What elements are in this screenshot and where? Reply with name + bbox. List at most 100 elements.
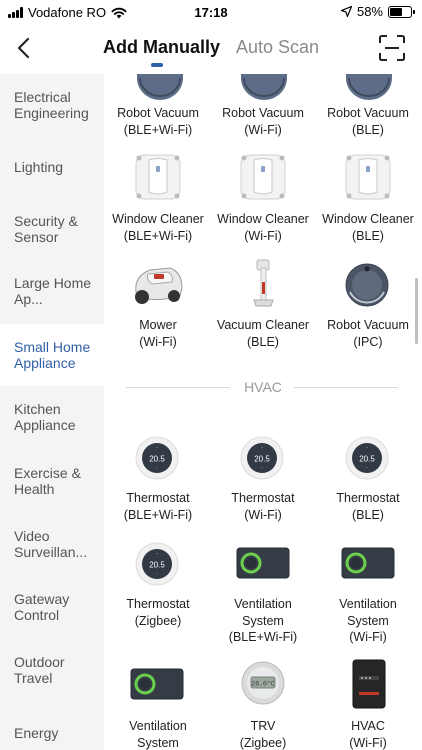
sidebar-item-outdoor-travel[interactable]: Outdoor Travel bbox=[0, 639, 104, 701]
device-thermostat-zigbee[interactable]: Thermostat (Zigbee) bbox=[105, 596, 211, 629]
device-window-cleaner-ble-wifi[interactable]: Window Cleaner (BLE+Wi-Fi) bbox=[105, 211, 211, 244]
device-name: Robot Vacuum bbox=[327, 318, 409, 332]
robot-vacuum-camera-icon bbox=[345, 263, 389, 307]
thermostat-reading: 20.5 bbox=[149, 455, 165, 464]
sidebar-item-gateway-control[interactable]: Gateway Control bbox=[0, 576, 104, 638]
sidebar-item-label: Exercise & Health bbox=[14, 465, 81, 497]
sidebar-item-kitchen-appliance[interactable]: Kitchen Appliance bbox=[0, 386, 104, 448]
mower-icon bbox=[135, 267, 183, 304]
battery-percent: 58% bbox=[356, 4, 383, 19]
thermostat-icon: 20.5 + − bbox=[135, 436, 179, 480]
device-protocol: (Wi-Fi) bbox=[349, 735, 387, 750]
category-sidebar: Electrical Engineering Lighting Security… bbox=[0, 74, 104, 750]
trv-icon: 26.0°C bbox=[241, 661, 285, 705]
device-name: HVAC bbox=[351, 719, 385, 733]
ventilation-panel-icon bbox=[341, 547, 395, 579]
device-thermostat-wifi[interactable]: Thermostat (Wi-Fi) bbox=[210, 490, 316, 523]
device-window-cleaner-ble[interactable]: Window Cleaner (BLE) bbox=[315, 211, 421, 244]
tab-auto-scan[interactable]: Auto Scan bbox=[236, 37, 319, 58]
device-ventilation-system-wifi[interactable]: Ventilation System (Wi-Fi) bbox=[315, 596, 421, 646]
sidebar-item-label: Gateway Control bbox=[14, 591, 70, 623]
sidebar-item-small-home-appliance[interactable]: Small Home Appliance bbox=[0, 324, 104, 386]
sidebar-item-energy[interactable]: Energy bbox=[0, 702, 104, 750]
hvac-unit-icon bbox=[352, 659, 386, 709]
device-name: Robot Vacuum bbox=[222, 106, 304, 120]
device-protocol: (BLE) bbox=[352, 122, 384, 137]
sidebar-item-label: Video Surveillan... bbox=[14, 528, 88, 560]
device-name: Window Cleaner bbox=[112, 212, 204, 226]
device-robot-vacuum-ble-wifi[interactable]: Robot Vacuum (BLE+Wi-Fi) bbox=[105, 105, 211, 138]
content-scrollbar[interactable] bbox=[415, 278, 418, 344]
thermostat-icon: 20.5 + − bbox=[135, 542, 179, 586]
device-vacuum-cleaner-ble[interactable]: Vacuum Cleaner (BLE) bbox=[210, 317, 316, 350]
battery-level-fill bbox=[390, 7, 402, 16]
status-right: 58% bbox=[340, 4, 415, 19]
device-name: Thermostat bbox=[231, 491, 295, 505]
thermostat-reading: 20.5 bbox=[149, 561, 165, 570]
device-robot-vacuum-wifi[interactable]: Robot Vacuum (Wi-Fi) bbox=[210, 105, 316, 138]
scan-frame-icon[interactable] bbox=[379, 35, 405, 61]
chevron-left-icon[interactable] bbox=[10, 34, 38, 62]
device-robot-vacuum-ble[interactable]: Robot Vacuum (BLE) bbox=[315, 105, 421, 138]
device-robot-vacuum-ipc[interactable]: Robot Vacuum (IPC) bbox=[315, 317, 421, 350]
sidebar-item-security-sensor[interactable]: Security & Sensor bbox=[0, 198, 104, 260]
sidebar-item-label: Small Home Appliance bbox=[14, 339, 91, 371]
device-name: TRV bbox=[250, 719, 276, 733]
device-protocol: (BLE+Wi-Fi) bbox=[123, 228, 193, 243]
device-protocol: (Wi-Fi) bbox=[244, 122, 282, 137]
thermostat-reading: 20.5 bbox=[359, 455, 375, 464]
ventilation-panel-icon bbox=[130, 668, 184, 700]
thermostat-icon: 20.5 + − bbox=[240, 436, 284, 480]
sidebar-item-label: Large Home Ap... bbox=[14, 275, 92, 307]
sidebar-item-label: Kitchen Appliance bbox=[14, 401, 76, 433]
stick-vacuum-icon bbox=[253, 259, 274, 307]
device-name: Ventilation bbox=[339, 597, 397, 611]
device-name-2: System bbox=[137, 735, 179, 750]
location-arrow-icon bbox=[340, 6, 352, 17]
status-bar: Vodafone RO 17:18 58% bbox=[0, 0, 422, 26]
window-cleaner-icon bbox=[240, 154, 286, 200]
tab-add-manually[interactable]: Add Manually bbox=[103, 37, 220, 58]
device-name-2: System bbox=[242, 613, 284, 628]
device-hvac-wifi[interactable]: HVAC (Wi-Fi) bbox=[315, 718, 421, 750]
device-protocol: (Zigbee) bbox=[134, 613, 182, 628]
device-protocol: (Wi-Fi) bbox=[244, 507, 282, 522]
ventilation-panel-icon bbox=[236, 547, 290, 579]
device-protocol: (BLE) bbox=[352, 507, 384, 522]
sidebar-item-video-surveillance[interactable]: Video Surveillan... bbox=[0, 513, 104, 575]
device-name: Vacuum Cleaner bbox=[216, 318, 310, 332]
device-ventilation-system[interactable]: Ventilation System bbox=[105, 718, 211, 750]
window-cleaner-icon bbox=[135, 154, 181, 200]
device-name: Mower bbox=[139, 318, 177, 332]
device-name: Ventilation bbox=[234, 597, 292, 611]
device-protocol: (Zigbee) bbox=[239, 735, 287, 750]
device-protocol: (BLE+Wi-Fi) bbox=[228, 630, 298, 644]
device-name: Thermostat bbox=[126, 597, 190, 611]
device-thermostat-ble-wifi[interactable]: Thermostat (BLE+Wi-Fi) bbox=[105, 490, 211, 523]
sidebar-item-electrical-engineering[interactable]: Electrical Engineering bbox=[0, 74, 104, 136]
sidebar-item-exercise-health[interactable]: Exercise & Health bbox=[0, 450, 104, 512]
device-window-cleaner-wifi[interactable]: Window Cleaner (Wi-Fi) bbox=[210, 211, 316, 244]
device-name: Thermostat bbox=[126, 491, 190, 505]
device-protocol: (BLE+Wi-Fi) bbox=[123, 122, 193, 137]
sidebar-item-label: Energy bbox=[14, 725, 59, 741]
sidebar-item-lighting[interactable]: Lighting bbox=[0, 136, 104, 198]
sidebar-item-label: Lighting bbox=[14, 159, 64, 175]
sidebar-item-label: Security & Sensor bbox=[14, 213, 78, 245]
active-tab-indicator bbox=[151, 63, 163, 67]
device-name-2: System bbox=[347, 613, 389, 628]
trv-reading: 26.0°C bbox=[251, 680, 275, 688]
device-ventilation-system-ble-wifi[interactable]: Ventilation System (BLE+Wi-Fi) bbox=[210, 596, 316, 646]
device-trv-zigbee[interactable]: TRV (Zigbee) bbox=[210, 718, 316, 750]
device-mower-wifi[interactable]: Mower (Wi-Fi) bbox=[105, 317, 211, 350]
device-protocol: (Wi-Fi) bbox=[244, 228, 282, 243]
device-name: Window Cleaner bbox=[217, 212, 309, 226]
device-protocol: (BLE) bbox=[247, 334, 279, 349]
device-name: Robot Vacuum bbox=[327, 106, 409, 120]
device-thermostat-ble[interactable]: Thermostat (BLE) bbox=[315, 490, 421, 523]
robot-vacuum-icon bbox=[346, 74, 392, 100]
thermostat-icon: 20.5 + − bbox=[345, 436, 389, 480]
device-protocol: (IPC) bbox=[353, 334, 383, 349]
sidebar-item-large-home-appliance[interactable]: Large Home Ap... bbox=[0, 260, 104, 322]
section-divider bbox=[294, 387, 398, 388]
